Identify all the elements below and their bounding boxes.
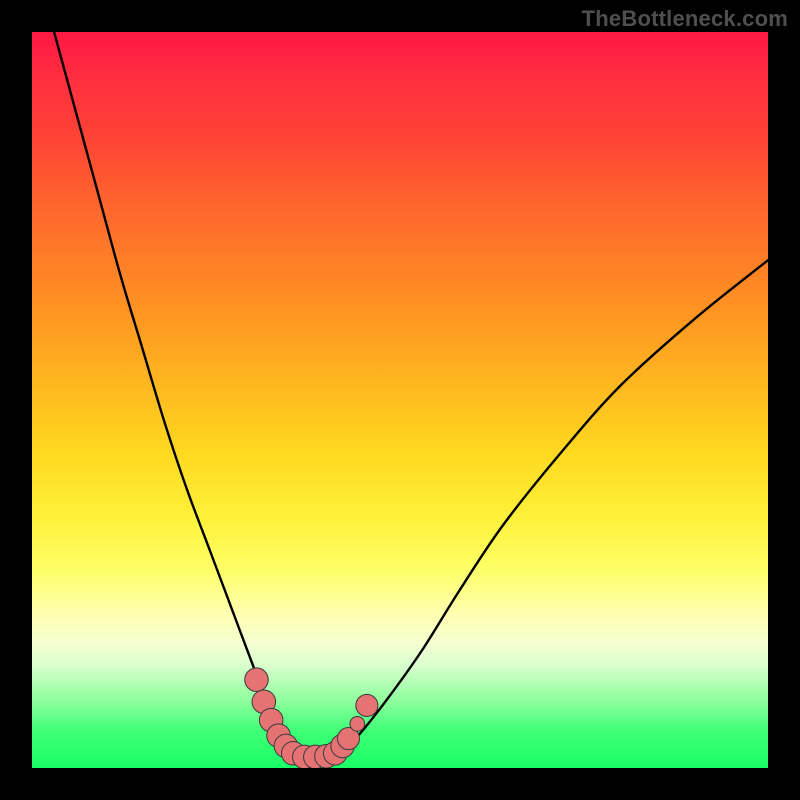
plot-area	[32, 32, 768, 768]
trough-marker	[356, 694, 378, 716]
trough-marker	[245, 668, 269, 692]
watermark-text: TheBottleneck.com	[582, 6, 788, 32]
trough-marker	[350, 716, 365, 731]
trough-markers	[245, 668, 378, 768]
bottleneck-curve	[54, 32, 768, 757]
chart-frame: TheBottleneck.com	[0, 0, 800, 800]
chart-svg	[32, 32, 768, 768]
